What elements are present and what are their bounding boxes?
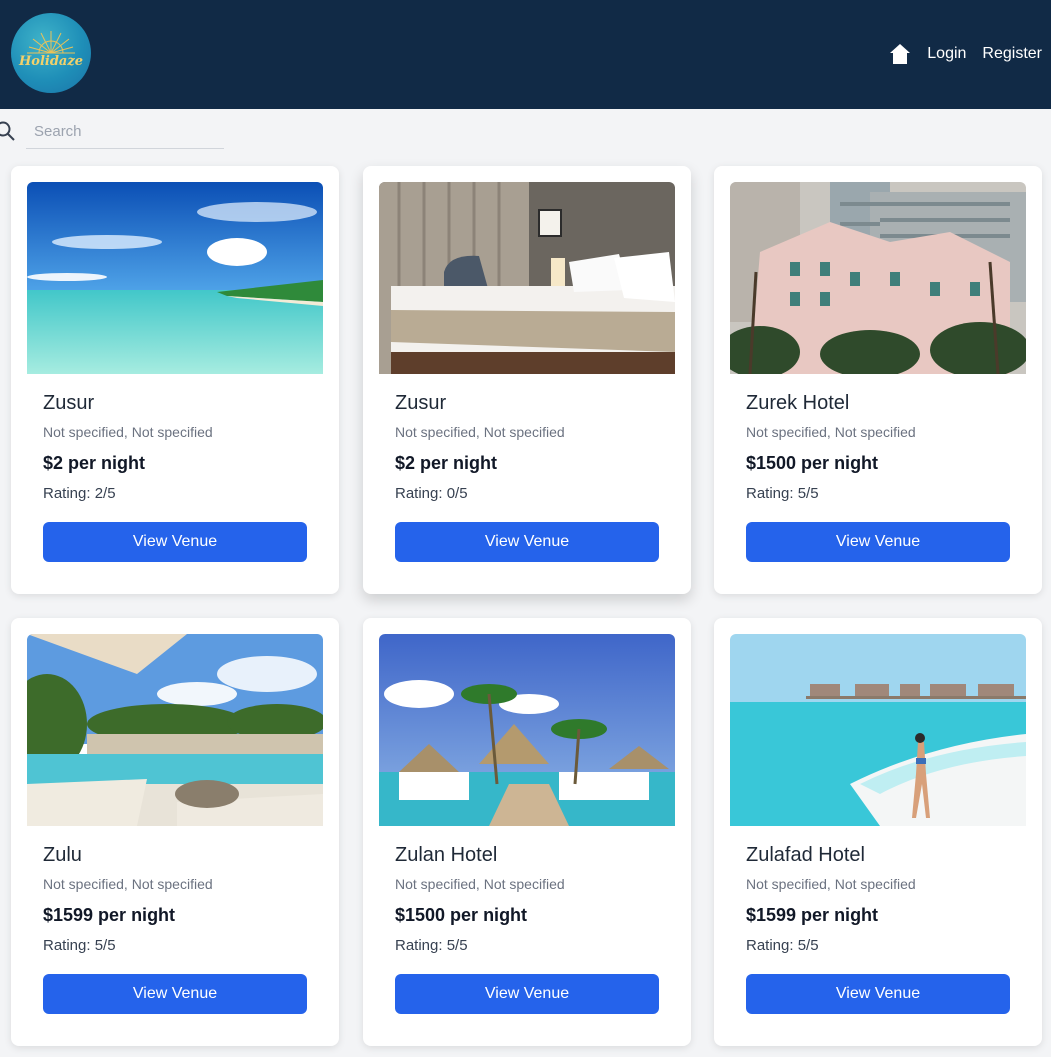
venue-image[interactable] — [730, 182, 1026, 374]
search-input[interactable] — [26, 114, 224, 149]
venue-name: Zulu — [43, 844, 82, 866]
venue-price: $1500 per night — [395, 905, 528, 925]
venue-card: Zulu Not specified, Not specified $1599 … — [11, 618, 339, 1046]
venue-card: Zusur Not specified, Not specified $2 pe… — [11, 166, 339, 594]
venue-card: Zurek Hotel Not specified, Not specified… — [714, 166, 1042, 594]
venue-location: Not specified, Not specified — [43, 876, 213, 892]
venue-location: Not specified, Not specified — [746, 424, 916, 440]
view-venue-button[interactable]: View Venue — [395, 974, 659, 1014]
main-nav: Login Register — [889, 42, 1042, 66]
venue-price: $1599 per night — [746, 905, 879, 925]
view-venue-button[interactable]: View Venue — [746, 522, 1010, 562]
venue-image[interactable] — [730, 634, 1026, 826]
search-bar — [0, 114, 225, 150]
venue-location: Not specified, Not specified — [746, 876, 916, 892]
venue-price: $1599 per night — [43, 905, 176, 925]
venue-rating: Rating: 2/5 — [43, 485, 116, 502]
venue-name: Zusur — [43, 392, 95, 414]
site-header: Holidaze Login Register — [0, 0, 1051, 109]
search-icon — [0, 121, 15, 141]
logo-text: Holidaze — [19, 54, 83, 69]
home-icon[interactable] — [889, 43, 911, 65]
register-link[interactable]: Register — [982, 42, 1042, 66]
view-venue-button[interactable]: View Venue — [43, 522, 307, 562]
view-venue-button[interactable]: View Venue — [395, 522, 659, 562]
venue-card: Zulan Hotel Not specified, Not specified… — [363, 618, 691, 1046]
venue-name: Zurek Hotel — [746, 392, 850, 414]
venue-card: Zulafad Hotel Not specified, Not specifi… — [714, 618, 1042, 1046]
venue-name: Zusur — [395, 392, 447, 414]
venue-card: Zusur Not specified, Not specified $2 pe… — [363, 166, 691, 594]
venue-price: $2 per night — [395, 453, 498, 473]
sunrise-icon — [27, 31, 75, 54]
view-venue-button[interactable]: View Venue — [746, 974, 1010, 1014]
venue-rating: Rating: 5/5 — [746, 937, 819, 954]
venue-price: $2 per night — [43, 453, 146, 473]
view-venue-button[interactable]: View Venue — [43, 974, 307, 1014]
venue-rating: Rating: 5/5 — [43, 937, 116, 954]
venue-image[interactable] — [27, 634, 323, 826]
venue-name: Zulafad Hotel — [746, 844, 865, 866]
venue-image[interactable] — [27, 182, 323, 374]
login-link[interactable]: Login — [927, 42, 966, 66]
venue-location: Not specified, Not specified — [43, 424, 213, 440]
venue-rating: Rating: 0/5 — [395, 485, 468, 502]
venue-rating: Rating: 5/5 — [395, 937, 468, 954]
venue-rating: Rating: 5/5 — [746, 485, 819, 502]
venue-name: Zulan Hotel — [395, 844, 498, 866]
venue-location: Not specified, Not specified — [395, 424, 565, 440]
logo[interactable]: Holidaze — [11, 13, 91, 93]
venue-price: $1500 per night — [746, 453, 879, 473]
venue-location: Not specified, Not specified — [395, 876, 565, 892]
venue-image[interactable] — [379, 634, 675, 826]
venue-image[interactable] — [379, 182, 675, 374]
